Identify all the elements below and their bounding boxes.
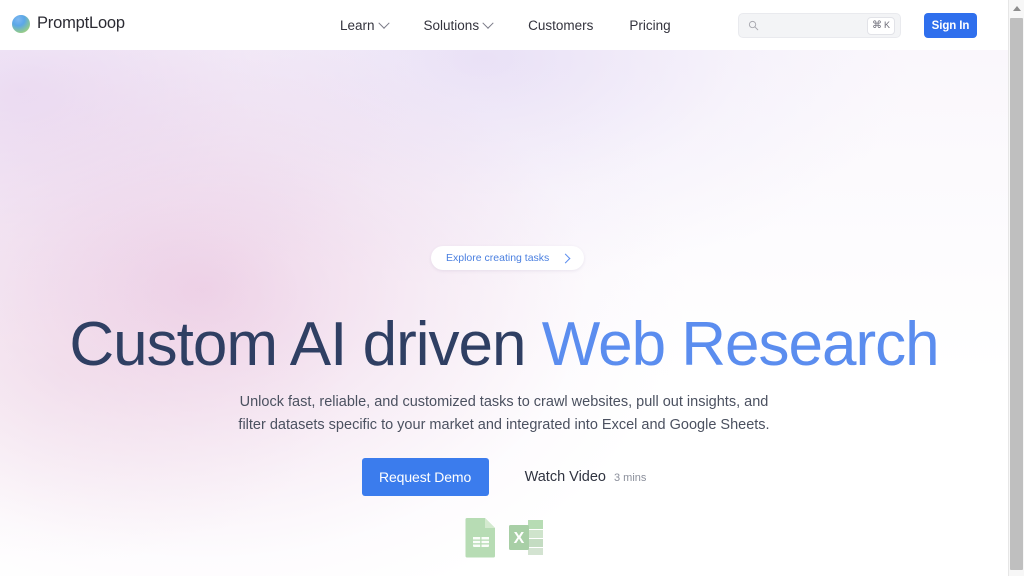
nav-item-label: Customers <box>528 18 594 33</box>
site-header: PromptLoop Learn Solutions Customers Pri… <box>0 0 1008 50</box>
svg-text:X: X <box>513 530 524 547</box>
search-shortcut-badge: ⌘ K <box>866 16 895 35</box>
headline-part-dark: Custom AI driven <box>69 310 542 379</box>
request-demo-button[interactable]: Request Demo <box>361 458 489 496</box>
nav-item-learn[interactable]: Learn <box>322 17 406 33</box>
shortcut-letter: K <box>883 20 890 30</box>
command-key-icon: ⌘ <box>871 19 882 31</box>
nav-item-pricing[interactable]: Pricing <box>611 18 688 33</box>
nav-item-label: Solutions <box>423 18 480 33</box>
watch-video-label: Watch Video <box>524 469 606 485</box>
nav-item-customers[interactable]: Customers <box>510 18 611 33</box>
chevron-down-icon <box>377 17 390 29</box>
nav-item-label: Pricing <box>629 18 671 33</box>
page-viewport: PromptLoop Learn Solutions Customers Pri… <box>0 0 1008 576</box>
subheading-line-1: Unlock fast, reliable, and customized ta… <box>239 394 769 410</box>
chevron-down-icon <box>482 17 494 29</box>
nav-item-solutions[interactable]: Solutions <box>406 17 511 33</box>
integration-icons: X <box>0 516 1008 558</box>
nav-item-label: Learn <box>340 18 375 33</box>
search-icon <box>748 20 759 31</box>
hero-section: Explore creating tasks Custom AI driven … <box>0 48 1008 576</box>
vertical-scrollbar[interactable] <box>1008 0 1024 576</box>
subheading-line-2: filter datasets specific to your market … <box>238 417 770 433</box>
gradient-circle-logo-icon <box>12 14 30 33</box>
watch-video-duration: 3 mins <box>614 472 647 484</box>
google-sheets-icon <box>465 518 495 558</box>
watch-video-link[interactable]: Watch Video 3 mins <box>525 469 647 485</box>
page-title: Custom AI driven Web Research <box>0 314 1008 376</box>
brand-name: PromptLoop <box>37 14 125 32</box>
scrollbar-thumb[interactable] <box>1010 18 1023 570</box>
hero-subheading: Unlock fast, reliable, and customized ta… <box>0 391 1008 437</box>
search-box[interactable]: ⌘ K <box>738 13 901 38</box>
scroll-up-arrow-icon[interactable] <box>1009 0 1024 17</box>
chevron-right-icon <box>560 253 571 263</box>
brand-logo[interactable]: PromptLoop <box>12 14 125 33</box>
main-nav: Learn Solutions Customers Pricing <box>322 17 689 33</box>
explore-tasks-label: Explore creating tasks <box>446 252 550 264</box>
search-input[interactable] <box>759 18 867 33</box>
microsoft-excel-icon: X <box>508 520 543 555</box>
headline-part-blue: Web Research <box>541 310 940 379</box>
browser-page: PromptLoop Learn Solutions Customers Pri… <box>0 0 1024 576</box>
explore-tasks-pill[interactable]: Explore creating tasks <box>431 246 585 270</box>
cta-row: Request Demo Watch Video 3 mins <box>0 458 1008 496</box>
sign-in-button[interactable]: Sign In <box>924 13 977 38</box>
